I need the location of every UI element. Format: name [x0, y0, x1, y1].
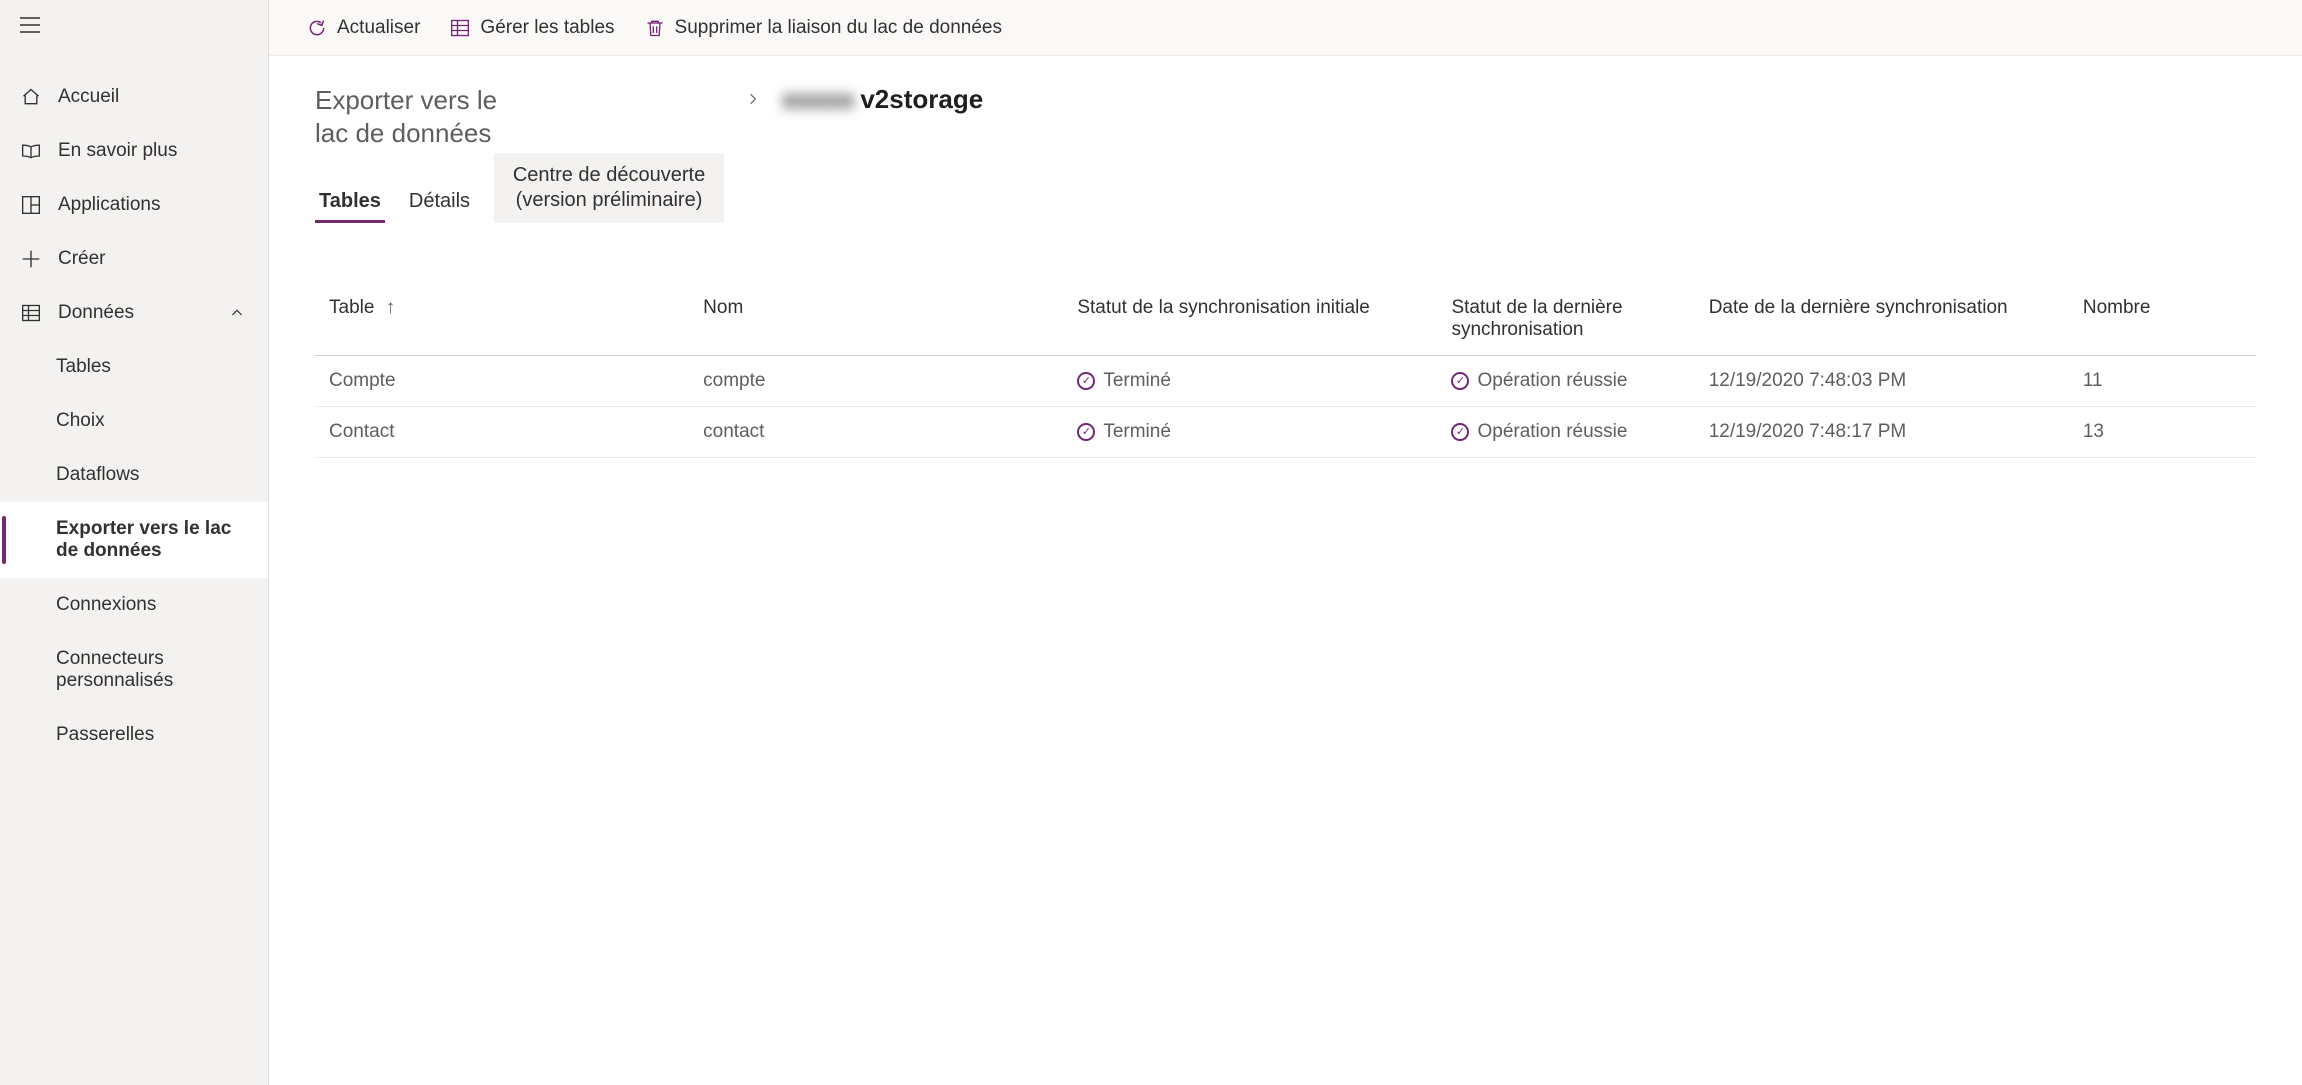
tabs: Tables Détails Centre de découverte (ver… — [315, 153, 724, 223]
col-name[interactable]: Nom — [689, 287, 1063, 356]
col-label: Table — [329, 297, 374, 318]
cell-last-date: 12/19/2020 7:48:17 PM — [1695, 407, 2069, 458]
sidebar-sub-label: Dataflows — [56, 464, 139, 485]
check-circle-icon: ✓ — [1451, 372, 1469, 390]
breadcrumb-current-tail: v2storage — [860, 84, 983, 115]
cell-name: compte — [689, 356, 1063, 407]
sidebar-item-create[interactable]: Créer — [0, 232, 268, 286]
home-icon — [20, 86, 42, 108]
toolbar-label: Gérer les tables — [480, 17, 614, 39]
hamburger-button[interactable] — [0, 4, 268, 52]
tab-tables[interactable]: Tables — [315, 182, 385, 223]
apps-icon — [20, 194, 42, 216]
plus-icon — [20, 248, 42, 270]
manage-tables-button[interactable]: Gérer les tables — [440, 11, 624, 45]
sidebar-item-label: Données — [58, 302, 134, 324]
sidebar-item-label: Accueil — [58, 86, 119, 108]
refresh-icon — [307, 18, 327, 38]
status-text: Terminé — [1103, 421, 1171, 443]
status-text: Opération réussie — [1477, 421, 1627, 443]
data-icon — [20, 302, 42, 324]
sidebar-sub-dataflows[interactable]: Dataflows — [0, 448, 268, 502]
col-label: Statut de la dernière synchronisation — [1451, 297, 1622, 340]
tab-details[interactable]: Détails — [405, 182, 474, 223]
sidebar-item-label: En savoir plus — [58, 140, 177, 162]
sidebar-item-apps[interactable]: Applications — [0, 178, 268, 232]
sidebar-item-label: Applications — [58, 194, 160, 216]
main: Actualiser Gérer les tables Supprimer la… — [269, 0, 2302, 1085]
sort-asc-icon: ↑ — [380, 297, 396, 318]
sidebar-sub-label: Passerelles — [56, 724, 154, 745]
col-label: Statut de la synchronisation initiale — [1077, 297, 1370, 318]
cell-last-status: ✓ Opération réussie — [1437, 356, 1694, 407]
table-icon — [450, 18, 470, 38]
col-table[interactable]: Table ↑ — [315, 287, 689, 356]
sidebar-sub-label: Tables — [56, 356, 111, 377]
col-label: Date de la dernière synchronisation — [1709, 297, 2008, 318]
page-header: Exporter vers le lac de données Tables D… — [315, 84, 2256, 223]
tab-label: Détails — [409, 190, 470, 212]
cell-table: Compte — [315, 356, 689, 407]
chevron-up-icon — [226, 302, 248, 324]
col-count[interactable]: Nombre — [2069, 287, 2256, 356]
sidebar-sub-label: Connecteurs personnalisés — [56, 648, 173, 691]
col-label: Nombre — [2083, 297, 2151, 318]
breadcrumb-root[interactable]: Exporter vers le lac de données — [315, 84, 525, 149]
sidebar-sub-export-datalake[interactable]: Exporter vers le lac de données — [0, 502, 268, 578]
sidebar-item-home[interactable]: Accueil — [0, 70, 268, 124]
breadcrumb-current-redacted: xxxxx — [782, 84, 854, 115]
breadcrumb-current: xxxxx v2storage — [782, 84, 983, 115]
sidebar-sub-connections[interactable]: Connexions — [0, 578, 268, 632]
status-text: Terminé — [1103, 370, 1171, 392]
table-header-row: Table ↑ Nom Statut de la synchronisation… — [315, 287, 2256, 356]
cell-init-status: ✓ Terminé — [1063, 407, 1437, 458]
cell-last-date: 12/19/2020 7:48:03 PM — [1695, 356, 2069, 407]
check-circle-icon: ✓ — [1077, 372, 1095, 390]
sidebar: Accueil En savoir plus Applications Crée… — [0, 0, 269, 1085]
check-circle-icon: ✓ — [1077, 423, 1095, 441]
table-row[interactable]: Contact contact ✓ Terminé ✓ Opération ré — [315, 407, 2256, 458]
toolbar-label: Supprimer la liaison du lac de données — [675, 17, 1002, 39]
tab-label: Tables — [319, 190, 381, 212]
tables-grid: Table ↑ Nom Statut de la synchronisation… — [315, 287, 2256, 458]
cell-count: 13 — [2069, 407, 2256, 458]
toolbar-label: Actualiser — [337, 17, 420, 39]
unlink-button[interactable]: Supprimer la liaison du lac de données — [635, 11, 1012, 45]
toolbar: Actualiser Gérer les tables Supprimer la… — [269, 0, 2302, 56]
sidebar-item-label: Créer — [58, 248, 106, 270]
sidebar-sub-tables[interactable]: Tables — [0, 340, 268, 394]
col-last-date[interactable]: Date de la dernière synchronisation — [1695, 287, 2069, 356]
sidebar-sub-label: Connexions — [56, 594, 156, 615]
cell-name: contact — [689, 407, 1063, 458]
sidebar-sub-label: Choix — [56, 410, 105, 431]
sidebar-sub-label: Exporter vers le lac de données — [56, 518, 231, 561]
refresh-button[interactable]: Actualiser — [297, 11, 430, 45]
breadcrumb-separator — [746, 84, 760, 116]
status-text: Opération réussie — [1477, 370, 1627, 392]
table-row[interactable]: Compte compte ✓ Terminé ✓ Opération réus — [315, 356, 2256, 407]
check-circle-icon: ✓ — [1451, 423, 1469, 441]
book-icon — [20, 140, 42, 162]
sidebar-item-data[interactable]: Données — [0, 286, 268, 340]
trash-icon — [645, 18, 665, 38]
cell-count: 11 — [2069, 356, 2256, 407]
hamburger-icon — [20, 17, 40, 39]
sidebar-sub-choices[interactable]: Choix — [0, 394, 268, 448]
sidebar-item-learn[interactable]: En savoir plus — [0, 124, 268, 178]
col-init-status[interactable]: Statut de la synchronisation initiale — [1063, 287, 1437, 356]
col-last-status[interactable]: Statut de la dernière synchronisation — [1437, 287, 1694, 356]
tab-label: Centre de découverte (version préliminai… — [513, 164, 705, 211]
col-label: Nom — [703, 297, 743, 318]
cell-init-status: ✓ Terminé — [1063, 356, 1437, 407]
tab-discovery-center[interactable]: Centre de découverte (version préliminai… — [494, 153, 724, 223]
cell-last-status: ✓ Opération réussie — [1437, 407, 1694, 458]
cell-table: Contact — [315, 407, 689, 458]
sidebar-sub-custom-connectors[interactable]: Connecteurs personnalisés — [0, 632, 268, 708]
sidebar-sub-gateways[interactable]: Passerelles — [0, 708, 268, 762]
